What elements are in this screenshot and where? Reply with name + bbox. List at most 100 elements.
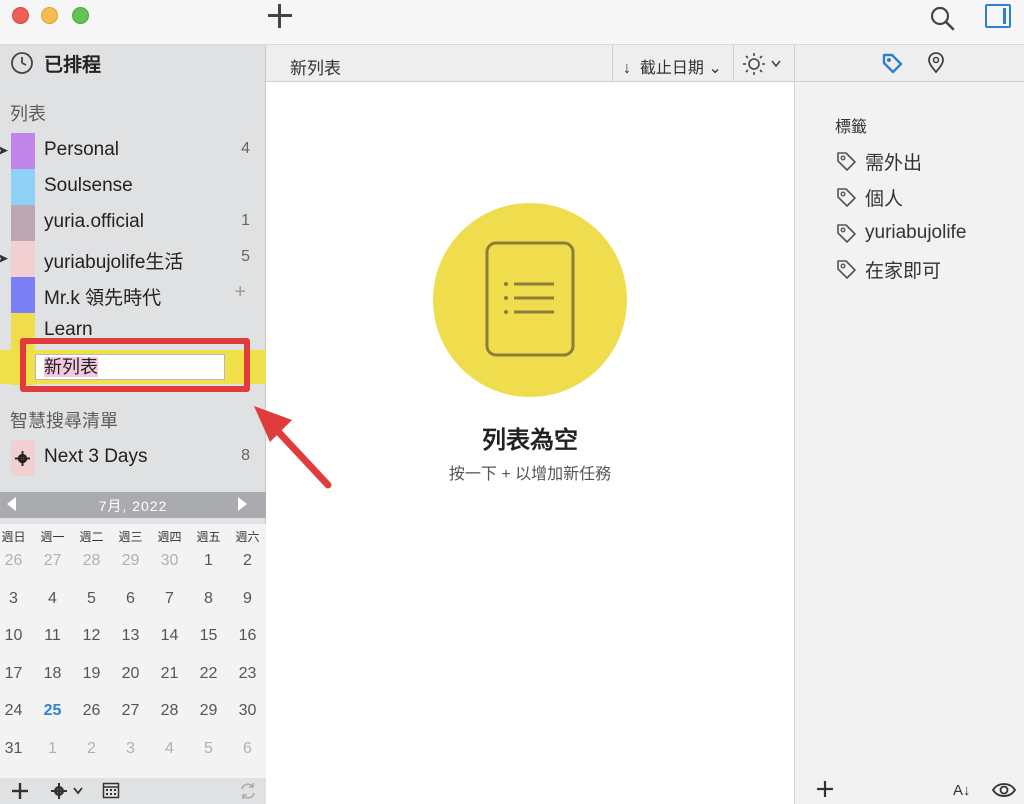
location-pin-icon[interactable] [925, 52, 947, 74]
list-label: yuria.official [44, 211, 144, 232]
eye-icon[interactable] [991, 781, 1017, 799]
calendar-day[interactable]: 7 [150, 590, 189, 608]
calendar-day[interactable]: 26 [0, 552, 33, 570]
calendar-day[interactable]: 23 [228, 665, 267, 683]
weekday-label: 週日 [1, 530, 26, 544]
empty-state-title: 列表為空 [482, 427, 578, 454]
calendar-day[interactable]: 25 [33, 702, 72, 720]
calendar-day[interactable]: 29 [189, 702, 228, 720]
calendar-day[interactable]: 8 [189, 590, 228, 608]
calendar-icon[interactable] [102, 781, 120, 799]
calendar-day[interactable]: 24 [0, 702, 33, 720]
calendar-day[interactable]: 3 [111, 740, 150, 758]
sort-label: 截止日期 [639, 60, 704, 77]
calendar-day[interactable]: 21 [150, 665, 189, 683]
search-icon[interactable] [928, 4, 956, 32]
calendar-day[interactable]: 28 [72, 552, 111, 570]
disclosure-arrow-icon[interactable]: ➤ [0, 142, 9, 159]
calendar-day[interactable]: 5 [189, 740, 228, 758]
next-month-icon[interactable] [238, 497, 247, 511]
sidebar-item-personal[interactable]: ➤ Personal 4 [0, 133, 266, 169]
minimize-window-button[interactable] [41, 7, 58, 24]
calendar-day[interactable]: 16 [228, 627, 267, 645]
calendar-day[interactable]: 26 [72, 702, 111, 720]
calendar-day[interactable]: 22 [189, 665, 228, 683]
close-window-button[interactable] [12, 7, 29, 24]
inspector-header [794, 45, 1024, 82]
calendar-day[interactable]: 17 [0, 665, 33, 683]
clock-icon [11, 52, 33, 74]
tag-item[interactable]: 個人 [835, 183, 1005, 211]
tag-icon [837, 224, 856, 243]
add-icon[interactable]: + [234, 281, 246, 304]
calendar-day[interactable]: 27 [33, 552, 72, 570]
calendar-day[interactable]: 1 [189, 552, 228, 570]
inspector-footer: A↓ [795, 776, 1024, 804]
weekday-label: 週六 [235, 530, 260, 544]
calendar-day[interactable]: 14 [150, 627, 189, 645]
calendar-day[interactable]: 2 [228, 552, 267, 570]
calendar-day[interactable]: 31 [0, 740, 33, 758]
list-label: Next 3 Days [44, 446, 148, 467]
calendar-day[interactable]: 4 [150, 740, 189, 758]
weekday-label: 週五 [196, 530, 221, 544]
calendar-day[interactable]: 2 [72, 740, 111, 758]
sidebar-item-yuria-official[interactable]: yuria.official 1 [0, 205, 266, 241]
calendar-day[interactable]: 6 [228, 740, 267, 758]
list-title: 新列表 [290, 59, 341, 78]
calendar-day[interactable]: 18 [33, 665, 72, 683]
tag-item[interactable]: 需外出 [835, 147, 1005, 175]
sidebar-item-mr-k[interactable]: Mr.k 領先時代 + [0, 277, 266, 313]
sort-menu[interactable]: ↓ 截止日期 ⌄ [612, 45, 734, 82]
calendar-day[interactable]: 3 [0, 590, 33, 608]
calendar-day[interactable]: 30 [150, 552, 189, 570]
sync-icon[interactable] [238, 781, 258, 801]
calendar-day[interactable]: 20 [111, 665, 150, 683]
calendar-day[interactable]: 19 [72, 665, 111, 683]
list-name-value: 新列表 [44, 357, 98, 377]
sidebar-item-soulsense[interactable]: Soulsense [0, 169, 266, 205]
calendar-day[interactable]: 29 [111, 552, 150, 570]
empty-state-subtitle: 按一下 + 以增加新任務 [448, 466, 612, 483]
tag-label: 需外出 [865, 152, 923, 174]
sidebar-item-next-3-days[interactable]: Next 3 Days 8 [0, 440, 266, 476]
weekday-label: 週一 [40, 530, 65, 544]
title-bar [0, 0, 1024, 45]
calendar-day[interactable]: 12 [72, 627, 111, 645]
calendar-day[interactable]: 1 [33, 740, 72, 758]
list-count: 8 [241, 447, 250, 464]
calendar-day[interactable]: 15 [189, 627, 228, 645]
list-color-swatch [11, 241, 35, 277]
calendar-day[interactable]: 11 [33, 627, 72, 645]
add-tag-icon[interactable] [816, 780, 834, 798]
add-task-icon[interactable] [266, 2, 294, 30]
sort-tags-button[interactable]: A↓ [953, 782, 971, 799]
calendar-day[interactable]: 6 [111, 590, 150, 608]
tag-icon[interactable] [881, 52, 903, 74]
calendar-day[interactable]: 30 [228, 702, 267, 720]
list-name-input[interactable]: 新列表 [35, 354, 225, 380]
tag-label: yuriabujolife [865, 222, 967, 243]
settings-menu-icon[interactable] [50, 782, 86, 800]
list-header: 新列表 ↓ 截止日期 ⌄ [266, 45, 794, 82]
calendar-day[interactable]: 9 [228, 590, 267, 608]
tag-icon [837, 152, 856, 171]
tag-item[interactable]: 在家即可 [835, 255, 1005, 283]
tags-section-title: 標籤 [835, 119, 868, 136]
calendar-day[interactable]: 5 [72, 590, 111, 608]
list-label: Mr.k 領先時代 [44, 288, 162, 309]
scheduled-item[interactable]: 已排程 [10, 49, 101, 77]
calendar-day[interactable]: 4 [33, 590, 72, 608]
calendar-day[interactable]: 10 [0, 627, 33, 645]
view-options-icon[interactable] [734, 45, 794, 82]
sort-arrow-icon: ↓ [623, 60, 640, 77]
zoom-window-button[interactable] [72, 7, 89, 24]
disclosure-arrow-icon[interactable]: ➤ [0, 250, 9, 267]
tag-item[interactable]: yuriabujolife [835, 219, 1005, 247]
calendar-day[interactable]: 13 [111, 627, 150, 645]
add-list-icon[interactable] [10, 781, 30, 801]
calendar-day[interactable]: 27 [111, 702, 150, 720]
calendar-day[interactable]: 28 [150, 702, 189, 720]
toggle-inspector-icon[interactable] [985, 4, 1011, 28]
sidebar-item-yuriabujolife[interactable]: ➤ yuriabujolife生活 5 [0, 241, 266, 277]
